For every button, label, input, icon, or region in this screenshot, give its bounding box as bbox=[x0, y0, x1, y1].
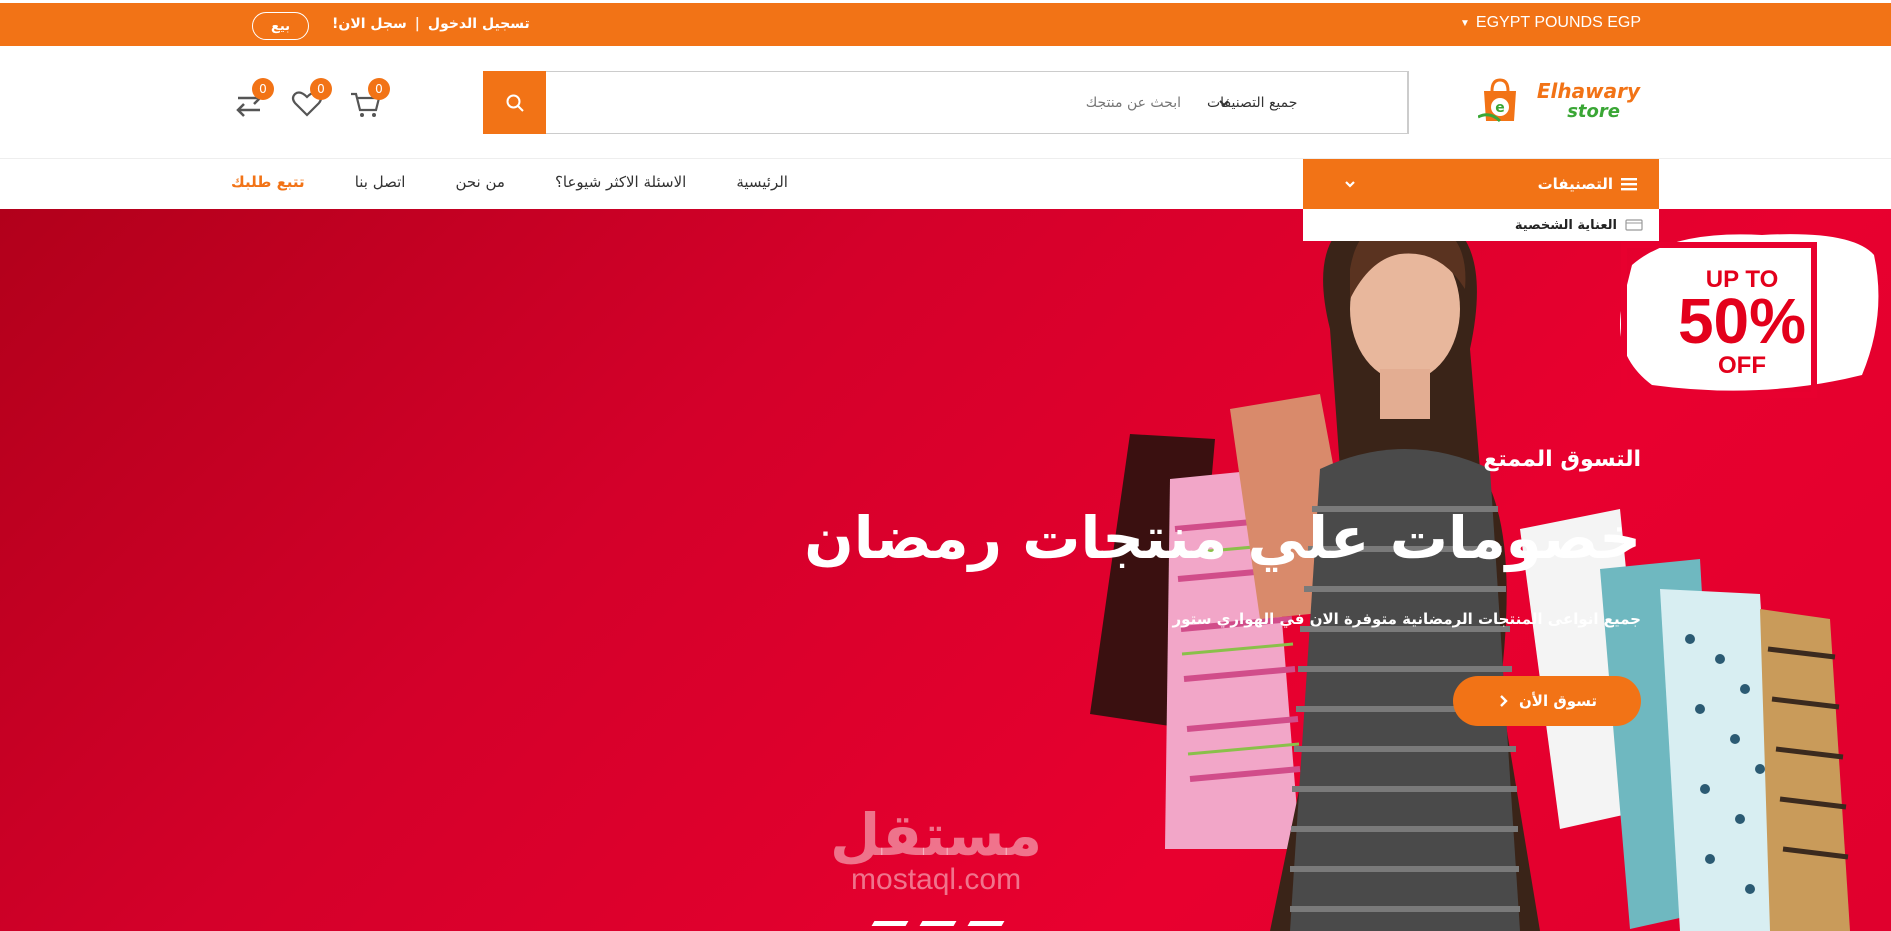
chevron-down-icon: ▼ bbox=[1460, 17, 1470, 29]
slider-pagination bbox=[871, 921, 1005, 926]
categories-label: التصنيفات bbox=[1537, 175, 1613, 193]
watermark-arabic: مستقل bbox=[830, 801, 1043, 869]
search-field-wrap bbox=[546, 72, 1207, 133]
slider-dot[interactable] bbox=[871, 921, 909, 926]
hero-subline: جميع انواعى المنتجات الرمضانية متوفرة ال… bbox=[1172, 610, 1641, 628]
store-logo[interactable]: e Elhawary store bbox=[1470, 73, 1640, 131]
sell-button[interactable]: بيع bbox=[252, 12, 309, 40]
search-icon bbox=[506, 94, 524, 112]
nav-item-home[interactable]: الرئيسية bbox=[736, 173, 788, 191]
header: e Elhawary store جميع التصنيفات bbox=[0, 46, 1891, 159]
category-personal-care: العناية الشخصية bbox=[1514, 217, 1617, 233]
category-select[interactable]: جميع التصنيفات bbox=[1207, 72, 1408, 133]
header-icons: 0 0 0 bbox=[232, 78, 390, 120]
hero-banner: UP TO 50% OFF التسوق الممتع خصومات علي م… bbox=[0, 209, 1891, 931]
category-icon bbox=[1625, 219, 1643, 231]
categories-button[interactable]: التصنيفات bbox=[1303, 159, 1659, 209]
promo-off: OFF bbox=[1718, 352, 1766, 379]
watermark: مستقل mostaql.com bbox=[830, 805, 1042, 895]
register-link[interactable]: سجل الان! bbox=[332, 16, 407, 32]
wishlist-button[interactable]: 0 bbox=[290, 78, 332, 120]
compare-count-badge: 0 bbox=[252, 78, 274, 100]
nav-item-about[interactable]: من نحن bbox=[455, 173, 505, 191]
promo-percent: 50% bbox=[1678, 285, 1806, 357]
auth-links: تسجيل الدخول | سجل الان! bbox=[332, 16, 530, 32]
menu-icon bbox=[1621, 178, 1637, 191]
shop-now-label: تسوق الأن bbox=[1518, 692, 1598, 710]
slider-dot[interactable] bbox=[919, 921, 957, 926]
watermark-domain: mostaql.com bbox=[851, 863, 1022, 896]
currency-label: EGYPT POUNDS EGP bbox=[1475, 14, 1641, 31]
search-bar: جميع التصنيفات bbox=[483, 71, 1409, 134]
compare-button[interactable]: 0 bbox=[232, 78, 274, 120]
main-nav: الرئيسية الاسئلة الاكثر شيوعا؟ من نحن ات… bbox=[0, 159, 1891, 209]
cart-button[interactable]: 0 bbox=[348, 78, 390, 120]
slider-dot[interactable] bbox=[967, 921, 1005, 926]
nav-menu: الرئيسية الاسئلة الاكثر شيوعا؟ من نحن ات… bbox=[231, 173, 788, 191]
nav-item-faq[interactable]: الاسئلة الاكثر شيوعا؟ bbox=[555, 173, 686, 191]
nav-item-contact[interactable]: اتصل بنا bbox=[355, 173, 406, 191]
search-button[interactable] bbox=[483, 71, 546, 134]
auth-separator: | bbox=[414, 16, 420, 32]
cart-count-badge: 0 bbox=[368, 78, 390, 100]
categories-dropdown-item[interactable]: العناية الشخصية bbox=[1303, 209, 1659, 241]
hero-headline: خصومات علي منتجات رمضان bbox=[804, 504, 1641, 572]
chevron-down-icon bbox=[1345, 181, 1355, 188]
search-input[interactable] bbox=[546, 72, 1207, 133]
shopping-bag-logo-icon: e bbox=[1478, 78, 1516, 123]
logo-text-primary: Elhawary bbox=[1536, 79, 1640, 103]
currency-selector[interactable]: ▼ EGYPT POUNDS EGP bbox=[1460, 14, 1641, 32]
nav-item-track-order[interactable]: تتبع طلبك bbox=[231, 173, 305, 191]
discount-promo-badge: UP TO 50% OFF bbox=[1620, 234, 1879, 398]
chevron-down-icon bbox=[1219, 100, 1229, 107]
chevron-right-icon bbox=[1500, 695, 1508, 707]
login-link[interactable]: تسجيل الدخول bbox=[428, 16, 530, 32]
svg-text:e: e bbox=[1495, 100, 1505, 116]
shop-now-button[interactable]: تسوق الأن bbox=[1453, 676, 1641, 726]
logo-text-secondary: store bbox=[1567, 101, 1620, 122]
wishlist-count-badge: 0 bbox=[310, 78, 332, 100]
hero-kicker: التسوق الممتع bbox=[1483, 447, 1641, 472]
top-bar: ▼ EGYPT POUNDS EGP تسجيل الدخول | سجل ال… bbox=[0, 3, 1891, 46]
